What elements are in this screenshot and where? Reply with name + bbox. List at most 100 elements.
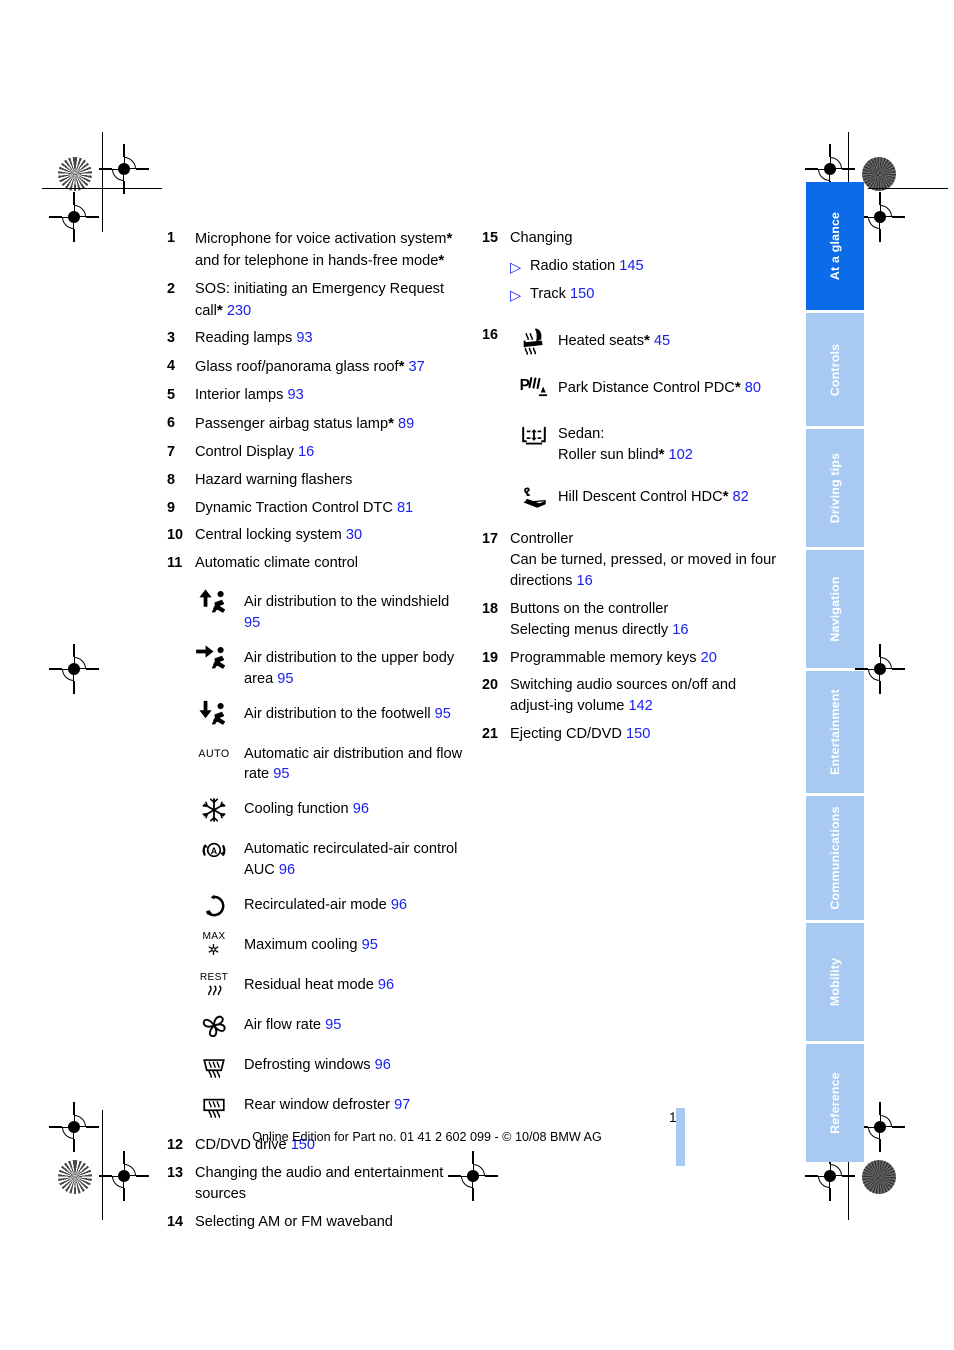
tab-controls[interactable]: Controls bbox=[806, 313, 864, 426]
page-reference[interactable]: 102 bbox=[669, 447, 693, 463]
item-text: Ejecting CD/DVD 150 bbox=[510, 726, 651, 743]
tab-label: Communications bbox=[828, 806, 842, 910]
svg-text:P: P bbox=[520, 376, 530, 393]
item-text: Central locking system 30 bbox=[195, 527, 363, 544]
page-reference[interactable]: 96 bbox=[353, 801, 369, 817]
page-reference[interactable]: 96 bbox=[375, 1057, 391, 1073]
list-item: 21 Ejecting CD/DVD 150 bbox=[482, 724, 782, 745]
sub-item-label: Track 150 bbox=[530, 285, 595, 302]
page-reference[interactable]: 150 bbox=[626, 726, 650, 742]
item-text: SOS: initiating an Emergency Request call… bbox=[195, 280, 445, 319]
page-reference[interactable]: 16 bbox=[577, 573, 593, 589]
item-text: Dynamic Traction Control DTC 81 bbox=[195, 499, 414, 516]
icon-row: Defrosting windows 96 bbox=[192, 1051, 467, 1081]
climate-control-icon-list: Air distribution to the windshield 95 Ai… bbox=[192, 588, 467, 1121]
page-reference[interactable]: 82 bbox=[733, 489, 749, 505]
tab-label: Entertainment bbox=[828, 689, 842, 775]
left-column: 1 Microphone for voice activation system*… bbox=[167, 228, 467, 1239]
icon-label: Hill Descent Control HDC* 82 bbox=[558, 488, 749, 506]
section-tab-sidebar[interactable]: At a glance Controls Driving tips Naviga… bbox=[806, 182, 864, 1165]
item-text: Changing the audio and entertainment sour… bbox=[195, 1164, 444, 1202]
item-text: Controller Can be turned, pressed, or mov… bbox=[510, 531, 777, 590]
list-item: 7 Control Display 16 bbox=[167, 442, 467, 463]
page-reference[interactable]: 20 bbox=[701, 650, 717, 666]
page-reference[interactable]: 96 bbox=[279, 862, 295, 878]
optional-equipment-asterisk: * bbox=[734, 378, 741, 396]
item-text: Interior lamps 93 bbox=[195, 387, 304, 404]
item-text: Passenger airbag status lamp* 89 bbox=[195, 415, 415, 433]
list-item: 11 Automatic climate control bbox=[167, 553, 467, 574]
list-item: 8 Hazard warning flashers bbox=[167, 470, 467, 491]
icon-label: Sedan: Roller sun blind* 102 bbox=[558, 425, 693, 464]
item-number: 20 bbox=[482, 677, 499, 694]
page-reference[interactable]: 96 bbox=[391, 897, 407, 913]
page-reference[interactable]: 89 bbox=[398, 416, 414, 432]
page-reference[interactable]: 16 bbox=[298, 444, 314, 460]
icon-row: Cooling function 96 bbox=[192, 795, 467, 825]
icon-label: Automatic recirculated-air control AUC 9… bbox=[244, 841, 458, 879]
triangle-bullet-icon: ▷ bbox=[510, 259, 522, 276]
list-item-15: 15 Changing bbox=[482, 228, 782, 249]
tab-reference[interactable]: Reference bbox=[806, 1044, 864, 1162]
page-reference[interactable]: 80 bbox=[745, 380, 761, 396]
item-number: 7 bbox=[167, 443, 176, 460]
tab-communications[interactable]: Communications bbox=[806, 796, 864, 920]
page-reference[interactable]: 95 bbox=[277, 671, 293, 687]
recirculated-air-icon bbox=[192, 891, 236, 921]
item-text: Reading lamps 93 bbox=[195, 330, 313, 347]
page-reference[interactable]: 95 bbox=[244, 615, 260, 631]
page-reference[interactable]: 150 bbox=[570, 286, 594, 302]
page-reference[interactable]: 45 bbox=[654, 333, 670, 349]
icon-label: Automatic air distribution and flow rate… bbox=[244, 745, 463, 783]
icon-label: Recirculated-air mode 96 bbox=[244, 897, 408, 914]
page-reference[interactable]: 81 bbox=[397, 500, 413, 516]
item-number: 13 bbox=[167, 1164, 184, 1181]
item-number: 2 bbox=[167, 280, 176, 297]
icon-label: Air distribution to the footwell 95 bbox=[244, 705, 451, 722]
list-item: 6 Passenger airbag status lamp* 89 bbox=[167, 413, 467, 435]
optional-equipment-asterisk: * bbox=[644, 331, 650, 349]
page-reference[interactable]: 145 bbox=[619, 258, 643, 274]
tab-at-a-glance[interactable]: At a glance bbox=[806, 182, 864, 310]
page-reference[interactable]: 97 bbox=[394, 1097, 410, 1113]
item-16-icon-list: 16 Heated seats* 45 P Park Distance Cont… bbox=[482, 325, 782, 514]
item-text: Selecting AM or FM waveband bbox=[195, 1213, 393, 1230]
page-reference[interactable]: 95 bbox=[273, 766, 289, 782]
page-reference[interactable]: 96 bbox=[378, 977, 394, 993]
air-distribution-windshield-icon bbox=[192, 588, 236, 618]
page-reference[interactable]: 16 bbox=[672, 622, 688, 638]
sub-list-item: ▷ Radio station 145 bbox=[510, 256, 782, 279]
icon-label: Residual heat mode 96 bbox=[244, 977, 395, 994]
page-reference[interactable]: 95 bbox=[362, 937, 378, 953]
triangle-bullet-icon: ▷ bbox=[510, 287, 522, 304]
list-item: 2 SOS: initiating an Emergency Request cal… bbox=[167, 279, 467, 322]
sub-item-label: Radio station 145 bbox=[530, 257, 644, 274]
list-item: 14 Selecting AM or FM waveband bbox=[167, 1212, 467, 1233]
auto-text-icon: AUTO bbox=[198, 748, 230, 761]
page-reference[interactable]: 95 bbox=[325, 1017, 341, 1033]
tab-driving-tips[interactable]: Driving tips bbox=[806, 429, 864, 547]
page-reference[interactable]: 93 bbox=[296, 330, 312, 346]
tab-navigation[interactable]: Navigation bbox=[806, 550, 864, 668]
list-item: 18 Buttons on the controller Selecting men… bbox=[482, 599, 782, 641]
left-item-list-continued: 12 CD/DVD drive 150 13 Changing the audio a… bbox=[167, 1135, 467, 1232]
heated-seat-icon bbox=[510, 325, 558, 357]
list-item: 5 Interior lamps 93 bbox=[167, 385, 467, 406]
page-reference[interactable]: 95 bbox=[435, 706, 451, 722]
item-number: 10 bbox=[167, 527, 184, 544]
page-reference[interactable]: 142 bbox=[628, 698, 652, 714]
tab-entertainment[interactable]: Entertainment bbox=[806, 671, 864, 793]
page-reference[interactable]: 30 bbox=[346, 527, 362, 543]
item-number: 1 bbox=[167, 230, 176, 246]
max-cooling-icon: MAX bbox=[192, 931, 236, 961]
page-reference[interactable]: 93 bbox=[287, 387, 303, 403]
page-reference[interactable]: 230 bbox=[227, 303, 251, 319]
icon-row: 16 Heated seats* 45 bbox=[482, 325, 782, 357]
item-text: Automatic climate control bbox=[195, 555, 359, 572]
tab-mobility[interactable]: Mobility bbox=[806, 923, 864, 1041]
list-item: 9 Dynamic Traction Control DTC 81 bbox=[167, 498, 467, 519]
page-reference[interactable]: 37 bbox=[409, 359, 425, 375]
icon-row: Air flow rate 95 bbox=[192, 1011, 467, 1041]
rear-window-defroster-icon bbox=[192, 1091, 236, 1121]
icon-row: REST Residual heat mode 96 bbox=[192, 971, 467, 1001]
